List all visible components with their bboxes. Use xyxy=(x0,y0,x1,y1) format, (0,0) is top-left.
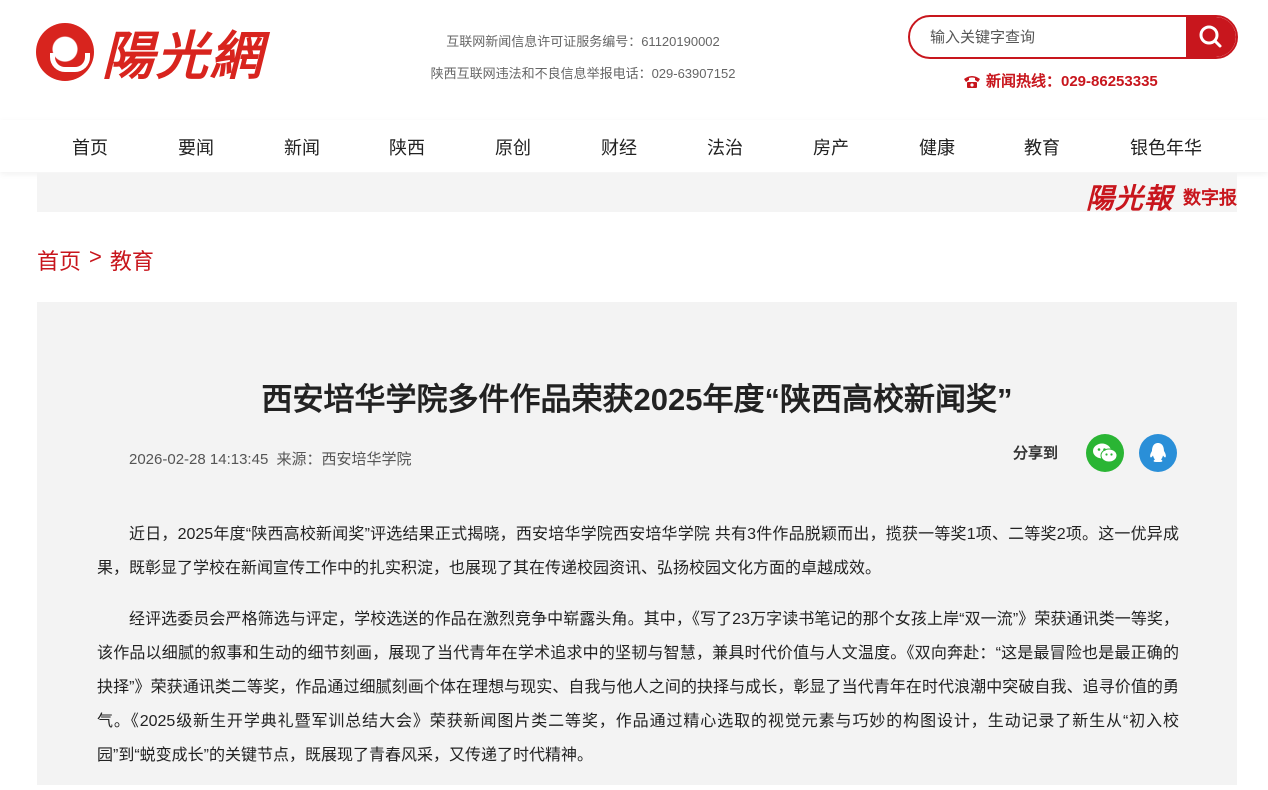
nav-item-law[interactable]: 法治 xyxy=(707,134,743,160)
logo-text: 陽光網 xyxy=(102,26,265,87)
breadcrumb-current[interactable]: 教育 xyxy=(110,244,154,276)
phone-icon xyxy=(962,73,982,89)
nav-item-education[interactable]: 教育 xyxy=(1024,134,1060,160)
article-meta: 2026-02-28 14:13:45 来源：西安培华学院 xyxy=(129,448,411,469)
site-logo[interactable]: 陽光網 xyxy=(36,14,264,89)
article-body: 近日，2025年度“陕西高校新闻奖”评选结果正式揭晓，西安培华学院西安培华学院 … xyxy=(97,518,1179,790)
nav-item-property[interactable]: 房产 xyxy=(813,134,849,160)
search-input[interactable] xyxy=(910,17,1195,57)
breadcrumb: 首页 > 教育 xyxy=(37,244,154,276)
breadcrumb-separator: > xyxy=(89,244,102,269)
article-source: 来源：西安培华学院 xyxy=(276,451,412,468)
digital-paper-link[interactable]: 陽光報 数字报 xyxy=(1086,177,1237,217)
logo-sun-icon xyxy=(36,22,94,81)
license-info: 互联网新闻信息许可证服务编号：61120190002 陕西互联网违法和不良信息举… xyxy=(400,26,766,90)
nav-item-headlines[interactable]: 要闻 xyxy=(178,134,214,160)
share-label: 分享到 xyxy=(1013,445,1059,462)
nav-item-health[interactable]: 健康 xyxy=(919,134,955,160)
main-nav: 首页 要闻 新闻 陕西 原创 财经 法治 房产 健康 教育 银色年华 xyxy=(0,120,1268,172)
article-panel: 西安培华学院多件作品荣获2025年度“陕西高校新闻奖” 2026-02-28 1… xyxy=(37,302,1237,785)
news-hotline: 新闻热线：029-86253335 xyxy=(962,70,1158,91)
breadcrumb-home[interactable]: 首页 xyxy=(37,244,81,276)
nav-item-silver-age[interactable]: 银色年华 xyxy=(1130,134,1202,160)
digital-paper-brand: 陽光報 xyxy=(1085,182,1173,215)
license-line-1: 互联网新闻信息许可证服务编号：61120190002 xyxy=(446,34,720,49)
nav-item-original[interactable]: 原创 xyxy=(495,134,531,160)
nav-item-finance[interactable]: 财经 xyxy=(601,134,637,160)
search-icon xyxy=(1199,25,1222,48)
wechat-icon xyxy=(1093,443,1118,463)
article-title: 西安培华学院多件作品荣获2025年度“陕西高校新闻奖” xyxy=(261,382,1013,417)
nav-item-home[interactable]: 首页 xyxy=(72,134,108,160)
search-box xyxy=(908,15,1238,59)
qq-icon xyxy=(1150,443,1166,462)
digital-paper-label: 数字报 xyxy=(1183,188,1237,208)
share-wechat-button[interactable] xyxy=(1086,434,1124,472)
digital-paper-bar: 陽光報 数字报 xyxy=(37,173,1237,215)
article-paragraph: 经评选委员会严格筛选与评定，学校选送的作品在激烈竞争中崭露头角。其中，《写了23… xyxy=(97,611,1179,764)
site-header: 陽光網 互联网新闻信息许可证服务编号：61120190002 陕西互联网违法和不… xyxy=(0,0,1268,120)
nav-item-news[interactable]: 新闻 xyxy=(284,134,320,160)
share-qq-button[interactable] xyxy=(1139,434,1177,472)
license-line-2: 陕西互联网违法和不良信息举报电话：029-63907152 xyxy=(430,66,736,81)
article-paragraph: 近日，2025年度“陕西高校新闻奖”评选结果正式揭晓，西安培华学院西安培华学院 … xyxy=(97,526,1179,577)
nav-item-shaanxi[interactable]: 陕西 xyxy=(389,134,425,160)
hotline-text: 新闻热线：029-86253335 xyxy=(986,73,1158,90)
search-button[interactable] xyxy=(1186,17,1236,57)
article-datetime: 2026-02-28 14:13:45 xyxy=(129,451,269,468)
